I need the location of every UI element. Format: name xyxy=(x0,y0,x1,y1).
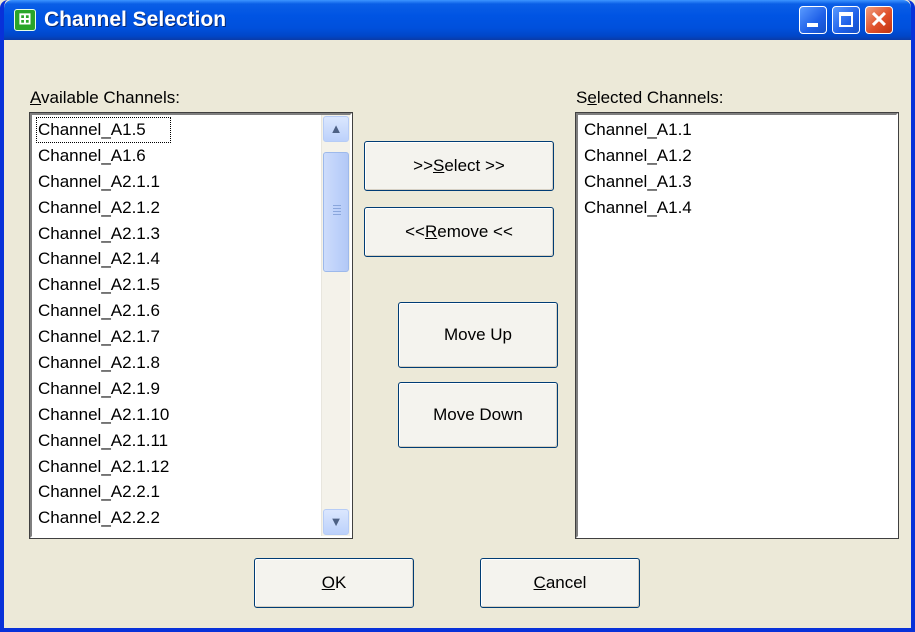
list-item[interactable]: Channel_A2.1.9 xyxy=(36,376,171,402)
available-scrollbar[interactable]: ▲ ▼ xyxy=(321,115,350,536)
channel-selection-dialog: ⊞ Channel Selection ✕ Available Channels… xyxy=(0,0,915,632)
ok-button[interactable]: OK xyxy=(254,558,414,608)
list-item[interactable]: Channel_A2.1.1 xyxy=(36,169,171,195)
list-item[interactable]: Channel_A1.1 xyxy=(582,117,694,143)
list-item[interactable]: Channel_A1.3 xyxy=(582,169,694,195)
title-bar[interactable]: ⊞ Channel Selection ✕ xyxy=(4,0,911,40)
list-item[interactable]: Channel_A1.6 xyxy=(36,143,171,169)
list-item[interactable]: Channel_A1.2 xyxy=(582,143,694,169)
selected-channels-list[interactable]: Channel_A1.1 Channel_A1.2 Channel_A1.3 Chan… xyxy=(582,117,694,221)
app-icon[interactable]: ⊞ xyxy=(14,9,36,31)
maximize-button[interactable] xyxy=(832,6,860,34)
cancel-button[interactable]: Cancel xyxy=(480,558,640,608)
selected-channels-listbox[interactable]: Channel_A1.1 Channel_A1.2 Channel_A1.3 Chan… xyxy=(575,112,899,539)
close-icon: ✕ xyxy=(869,7,889,32)
remove-button[interactable]: << Remove << xyxy=(364,207,554,257)
list-item[interactable]: Channel_A2.1.11 xyxy=(36,428,171,454)
grip-icon xyxy=(333,205,341,215)
move-up-button[interactable]: Move Up xyxy=(398,302,558,368)
list-item[interactable]: Channel_A2.1.2 xyxy=(36,195,171,221)
available-channels-list[interactable]: Channel_A1.5 Channel_A1.6 Channel_A2.1.1 Ch… xyxy=(36,117,172,531)
close-button[interactable]: ✕ xyxy=(865,6,893,34)
list-item[interactable]: Channel_A2.1.7 xyxy=(36,324,171,350)
scroll-down-button[interactable]: ▼ xyxy=(323,509,349,535)
list-item[interactable]: Channel_A1.4 xyxy=(582,195,694,221)
move-down-button[interactable]: Move Down xyxy=(398,382,558,448)
list-item[interactable]: Channel_A2.2.2 xyxy=(36,505,171,531)
select-button[interactable]: >> Select >> xyxy=(364,141,554,191)
available-channels-label: Available Channels: xyxy=(30,88,180,107)
list-item[interactable]: Channel_A2.2.1 xyxy=(36,479,171,505)
list-item[interactable]: Channel_A2.1.12 xyxy=(36,454,171,480)
window-title: Channel Selection xyxy=(44,8,227,31)
minimize-icon xyxy=(807,23,818,27)
list-item[interactable]: Channel_A2.1.8 xyxy=(36,350,171,376)
list-item[interactable]: Channel_A2.1.3 xyxy=(36,221,171,247)
scroll-thumb[interactable] xyxy=(323,152,349,272)
available-channels-listbox[interactable]: Channel_A1.5 Channel_A1.6 Channel_A2.1.1 Ch… xyxy=(29,112,353,539)
minimize-button[interactable] xyxy=(799,6,827,34)
scroll-up-button[interactable]: ▲ xyxy=(323,116,349,142)
maximize-icon xyxy=(839,12,853,27)
chevron-up-icon: ▲ xyxy=(329,121,343,136)
list-item[interactable]: Channel_A1.5 xyxy=(36,117,172,143)
selected-channels-label: Selected Channels: xyxy=(576,88,724,107)
list-item[interactable]: Channel_A2.1.10 xyxy=(36,402,171,428)
list-item[interactable]: Channel_A2.1.5 xyxy=(36,272,171,298)
chevron-down-icon: ▼ xyxy=(329,514,343,529)
list-item[interactable]: Channel_A2.1.4 xyxy=(36,246,171,272)
list-item[interactable]: Channel_A2.1.6 xyxy=(36,298,171,324)
